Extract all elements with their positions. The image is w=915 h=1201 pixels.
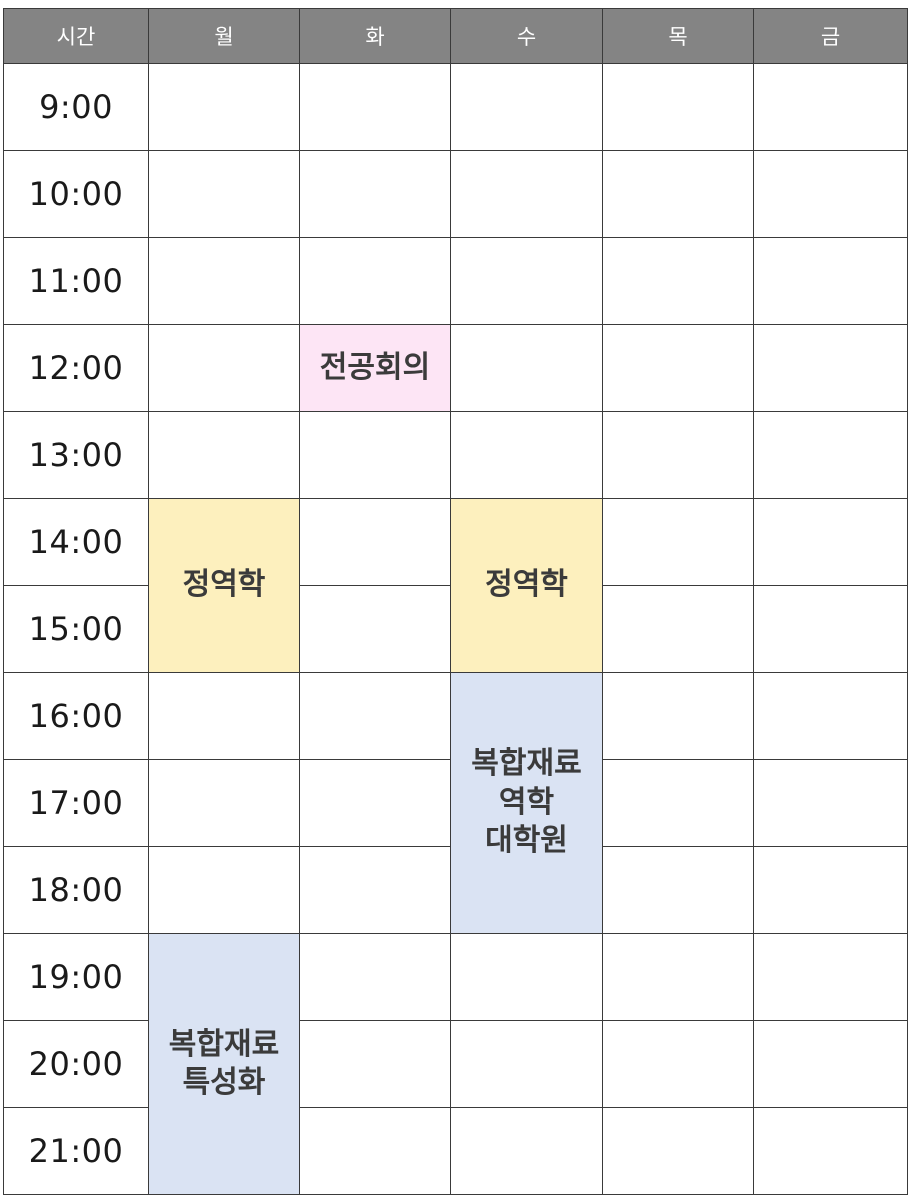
slot-cell — [602, 933, 754, 1021]
slot-cell — [299, 759, 451, 847]
slot-cell — [299, 63, 451, 151]
slot-cell — [148, 411, 300, 499]
event-tue-major-meeting: 전공회의 — [299, 324, 451, 412]
slot-cell — [299, 150, 451, 238]
header-day-fri: 금 — [753, 8, 908, 64]
slot-cell — [602, 498, 754, 586]
slot-cell — [753, 1020, 908, 1108]
slot-cell — [753, 585, 908, 673]
slot-cell — [450, 324, 603, 412]
header-time: 시간 — [3, 8, 149, 64]
time-label: 20:00 — [3, 1020, 149, 1108]
slot-cell — [148, 672, 300, 760]
slot-cell — [299, 933, 451, 1021]
table-row: 13:00 — [3, 411, 908, 499]
table-row: 14:00 정역학 정역학 — [3, 498, 908, 673]
slot-cell — [148, 150, 300, 238]
time-label: 18:00 — [3, 846, 149, 934]
table-row: 20:00 — [3, 1020, 908, 1108]
event-wed-statics: 정역학 — [450, 498, 603, 673]
slot-cell — [602, 411, 754, 499]
slot-cell — [753, 324, 908, 412]
time-label: 10:00 — [3, 150, 149, 238]
table-row: 21:00 — [3, 1107, 908, 1195]
slot-cell — [450, 237, 603, 325]
slot-cell — [753, 672, 908, 760]
event-label: 전공회의 — [319, 349, 431, 385]
table-row: 9:00 — [3, 63, 908, 151]
event-label: 정역학 — [182, 567, 266, 603]
time-label: 21:00 — [3, 1107, 149, 1195]
slot-cell — [753, 237, 908, 325]
slot-cell — [753, 1107, 908, 1195]
header-day-thu: 목 — [602, 8, 754, 64]
event-wed-composite-grad: 복합재료 역학 대학원 — [450, 672, 603, 934]
slot-cell — [602, 63, 754, 151]
slot-cell — [753, 933, 908, 1021]
header-day-tue: 화 — [299, 8, 451, 64]
event-label: 특성화 — [182, 1065, 266, 1100]
slot-cell — [602, 1107, 754, 1195]
event-label: 정역학 — [485, 567, 568, 603]
slot-cell — [299, 237, 451, 325]
slot-cell — [753, 498, 908, 586]
slot-cell — [299, 411, 451, 499]
slot-cell — [753, 759, 908, 847]
slot-cell — [450, 1020, 603, 1108]
time-label: 13:00 — [3, 411, 149, 499]
time-label: 9:00 — [3, 63, 149, 151]
slot-cell — [299, 672, 451, 760]
slot-cell — [148, 759, 300, 847]
slot-cell — [299, 846, 451, 934]
table-row: 16:00 복합재료 역학 대학원 — [3, 672, 908, 934]
slot-cell — [299, 1107, 451, 1195]
time-label: 19:00 — [3, 933, 149, 1021]
event-label: 역학 — [498, 784, 555, 820]
event-mon-statics: 정역학 — [148, 498, 300, 673]
slot-cell — [148, 63, 300, 151]
time-label: 15:00 — [3, 585, 149, 673]
slot-cell — [602, 672, 754, 760]
table-row: 19:00 복합재료 특성화 — [3, 933, 908, 1195]
header-day-wed: 수 — [450, 8, 603, 64]
time-label: 17:00 — [3, 759, 149, 847]
table-row: 10:00 — [3, 150, 908, 238]
event-label: 복합재료 — [471, 746, 582, 782]
slot-cell — [148, 846, 300, 934]
slot-cell — [148, 237, 300, 325]
header-day-mon: 월 — [148, 8, 300, 64]
time-label: 12:00 — [3, 324, 149, 412]
slot-cell — [450, 411, 603, 499]
slot-cell — [450, 1107, 603, 1195]
slot-cell — [602, 585, 754, 673]
slot-cell — [602, 759, 754, 847]
slot-cell — [753, 150, 908, 238]
time-label: 16:00 — [3, 672, 149, 760]
time-label: 14:00 — [3, 498, 149, 586]
slot-cell — [602, 150, 754, 238]
slot-cell — [602, 324, 754, 412]
slot-cell — [753, 63, 908, 151]
table-row: 12:00 전공회의 — [3, 324, 908, 412]
table-row: 11:00 — [3, 237, 908, 325]
event-label: 대학원 — [485, 823, 568, 859]
slot-cell — [450, 150, 603, 238]
event-label: 복합재료 — [168, 1026, 280, 1062]
slot-cell — [753, 846, 908, 934]
slot-cell — [450, 63, 603, 151]
event-mon-composite-special: 복합재료 특성화 — [148, 933, 300, 1195]
slot-cell — [299, 1020, 451, 1108]
slot-cell — [602, 237, 754, 325]
slot-cell — [148, 324, 300, 412]
header-row: 시간 월 화 수 목 금 — [3, 8, 908, 64]
time-label: 11:00 — [3, 237, 149, 325]
slot-cell — [602, 1020, 754, 1108]
slot-cell — [602, 846, 754, 934]
slot-cell — [753, 411, 908, 499]
slot-cell — [299, 585, 451, 673]
slot-cell — [450, 933, 603, 1021]
timetable: 시간 월 화 수 목 금 9:00 10:00 11:00 12:00 전공회의… — [3, 8, 908, 1195]
slot-cell — [299, 498, 451, 586]
